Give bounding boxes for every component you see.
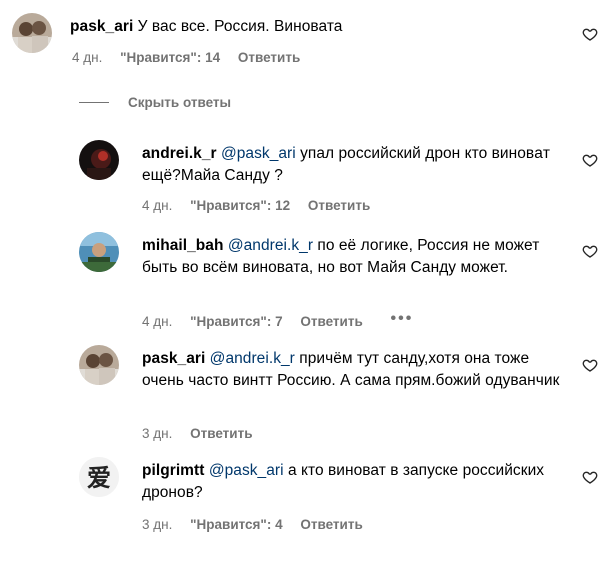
likes-count[interactable]: "Нравится": 14 xyxy=(120,50,220,65)
username[interactable]: pask_ari xyxy=(142,350,205,367)
reply-button[interactable]: Ответить xyxy=(300,517,362,532)
heart-outline-icon[interactable] xyxy=(582,26,598,42)
comment-meta: 3 дн. "Нравится": 4 Ответить xyxy=(142,517,377,532)
avatar[interactable] xyxy=(79,232,119,272)
username[interactable]: pilgrimtt xyxy=(142,462,204,479)
reply-button[interactable]: Ответить xyxy=(308,198,370,213)
more-options-icon[interactable]: ••• xyxy=(391,310,414,327)
mention-link[interactable]: @andrei.k_r xyxy=(210,350,295,367)
hide-replies-button[interactable]: Скрыть ответы xyxy=(79,92,231,112)
comment-text: pask_ari У вас все. Россия. Виновата xyxy=(70,16,550,38)
reply-button[interactable]: Ответить xyxy=(190,426,252,441)
svg-text:爱: 爱 xyxy=(87,464,111,492)
timestamp[interactable]: 3 дн. xyxy=(142,426,172,441)
comment-body: причём тут санду,хотя она тоже очень час… xyxy=(142,350,560,389)
avatar[interactable] xyxy=(12,13,52,53)
likes-count[interactable]: "Нравится": 4 xyxy=(190,517,282,532)
comment-text: mihail_bah @andrei.k_r по её логике, Рос… xyxy=(142,235,552,279)
comment-meta: 4 дн. "Нравится": 7 Ответить ••• xyxy=(142,310,427,331)
likes-count[interactable]: "Нравится": 7 xyxy=(190,314,282,329)
likes-count[interactable]: "Нравится": 12 xyxy=(190,198,290,213)
comment-meta: 4 дн. "Нравится": 14 Ответить xyxy=(72,50,314,65)
timestamp[interactable]: 4 дн. xyxy=(142,198,172,213)
divider xyxy=(79,101,109,103)
avatar[interactable] xyxy=(79,345,119,385)
comment-meta: 4 дн. "Нравится": 12 Ответить xyxy=(142,198,384,213)
comment-text: pask_ari @andrei.k_r причём тут санду,хо… xyxy=(142,348,572,392)
mention-link[interactable]: @pask_ari xyxy=(209,462,284,479)
comment-body: У вас все. Россия. Виновата xyxy=(137,18,343,35)
avatar[interactable] xyxy=(79,140,119,180)
avatar[interactable]: 爱 xyxy=(79,457,119,497)
hide-replies-label: Скрыть ответы xyxy=(128,94,232,110)
heart-outline-icon[interactable] xyxy=(582,152,598,168)
comment-text: andrei.k_r @pask_ari упал российский дро… xyxy=(142,143,552,187)
mention-link[interactable]: @andrei.k_r xyxy=(228,237,313,254)
comment-meta: 3 дн. Ответить xyxy=(142,426,267,441)
username[interactable]: pask_ari xyxy=(70,18,133,35)
reply-button[interactable]: Ответить xyxy=(300,314,362,329)
username[interactable]: andrei.k_r xyxy=(142,145,217,162)
reply-button[interactable]: Ответить xyxy=(238,50,300,65)
heart-outline-icon[interactable] xyxy=(582,469,598,485)
mention-link[interactable]: @pask_ari xyxy=(221,145,296,162)
comment-text: pilgrimtt @pask_ari а кто виноват в запу… xyxy=(142,460,552,504)
timestamp[interactable]: 4 дн. xyxy=(142,314,172,329)
timestamp[interactable]: 3 дн. xyxy=(142,517,172,532)
heart-outline-icon[interactable] xyxy=(582,357,598,373)
heart-outline-icon[interactable] xyxy=(582,243,598,259)
username[interactable]: mihail_bah xyxy=(142,237,223,254)
timestamp[interactable]: 4 дн. xyxy=(72,50,102,65)
